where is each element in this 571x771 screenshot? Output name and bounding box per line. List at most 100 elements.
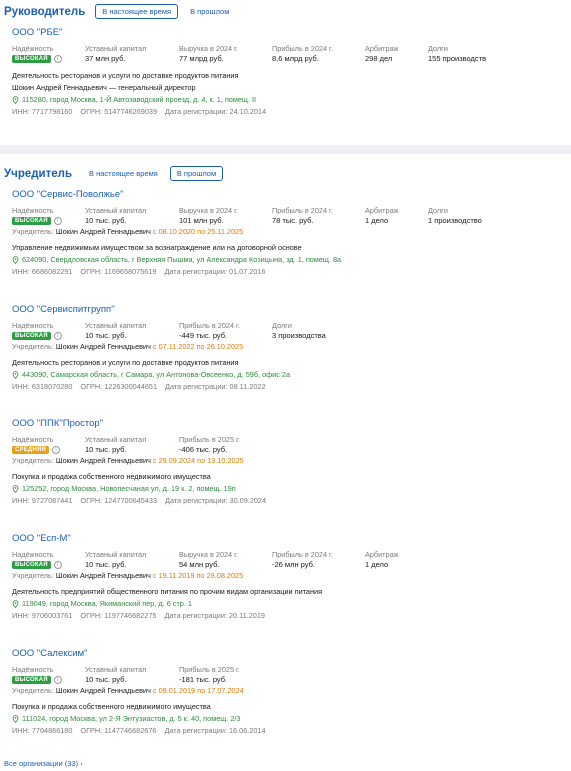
reliability-badge: ВЫСОКАЯ [12, 676, 51, 685]
location-pin-icon [12, 371, 19, 380]
org-address: 115280, город Москва, 1-Й Автозаводский … [12, 95, 552, 107]
stat-label: Надёжность [12, 206, 54, 215]
stat-value: 155 производств [428, 54, 487, 63]
org-founder: Учредитель: Шокин Андрей Геннадьевич с 2… [12, 456, 552, 468]
org-stats: Надёжность СРЕДНЯЯ i Уставный капитал 10 ты… [12, 435, 552, 456]
org-reg-date: Дата регистрации: 08.11.2022 [165, 382, 266, 391]
info-icon[interactable]: i [53, 676, 62, 685]
founder-dates: с 19.11.2019 по 28.08.2025 [152, 571, 244, 580]
leader-org-card: ООО "РБЕ" Надёжность ВЫСОКАЯ i Уставный к… [12, 27, 552, 119]
stat-value: -406 тыс. руб. [179, 445, 228, 454]
org-director: Шокин Андрей Геннадьевич — генеральный д… [12, 83, 196, 92]
stat-value: 298 дел [365, 54, 393, 63]
stat-value: 78 тыс. руб. [272, 216, 314, 225]
org-address: 125252, город Москва, Новопесчаная ул, д… [12, 484, 552, 496]
founder-dates: с 09.01.2019 по 17.07.2024 [152, 686, 244, 695]
org-ogrn: ОГРН: 5147746269039 [80, 107, 157, 116]
stat-label: Долги [428, 206, 448, 215]
stat-value: 101 млн руб. [179, 216, 224, 225]
founder-name: Шокин Андрей Геннадьевич [55, 342, 151, 351]
address-text: 624090, Свердловская область, г Верхняя … [22, 255, 342, 264]
org-reg-date: Дата регистрации: 01.07.2016 [164, 267, 266, 276]
info-icon[interactable]: i [53, 332, 62, 341]
founder-dates: с 07.11.2022 по 26.10.2025 [152, 342, 244, 351]
org-ogrn: ОГРН: 1147746682676 [80, 726, 157, 735]
stat-label: Уставный капитал [85, 550, 147, 559]
org-name-link[interactable]: ООО "РБЕ" [12, 27, 552, 41]
founder-name: Шокин Андрей Геннадьевич [55, 227, 151, 236]
stat-label: Надёжность [12, 550, 54, 559]
tab-leader-past[interactable]: В прошлом [183, 4, 237, 19]
org-inn: ИНН: 7717798160 [12, 107, 73, 116]
org-name-link[interactable]: ООО "Сервис-Поволжье" [12, 189, 552, 203]
founder-prefix: Учредитель: [12, 456, 54, 465]
info-icon[interactable]: i [53, 561, 62, 570]
stat-value: 77 млрд руб. [179, 54, 224, 63]
org-activity: Покупка и продажа собственного недвижимо… [12, 702, 211, 711]
tab-founder-past[interactable]: В прошлом [169, 166, 224, 181]
all-organizations-link[interactable]: Все организации (33) › [4, 759, 83, 768]
org-name-link[interactable]: ООО "Есп-М" [12, 533, 552, 547]
reliability-badge: ВЫСОКАЯ [12, 217, 51, 226]
founder-org-card: ООО "Салексим" Надёжность ВЫСОКАЯ i Уставн… [12, 648, 552, 738]
stat-label: Прибыль в 2024 г. [179, 321, 240, 330]
org-ogrn: ОГРН: 1197746682275 [80, 611, 157, 620]
stat-value: 10 тыс. руб. [85, 675, 127, 684]
org-registry: ИНН: 7704866180 ОГРН: 1147746682676 Дата р… [12, 726, 552, 738]
founder-org-card: ООО "ППК"Простор" Надёжность СРЕДНЯЯ i Уст… [12, 418, 552, 508]
founder-org-card: ООО "Есп-М" Надёжность ВЫСОКАЯ i Уставный … [12, 533, 552, 623]
org-name-link[interactable]: ООО "ППК"Простор" [12, 418, 552, 432]
org-stats: Надёжность ВЫСОКАЯ i Уставный капитал 10 ты… [12, 206, 552, 227]
org-stats: Надёжность ВЫСОКАЯ i Уставный капитал 10 ты… [12, 550, 552, 571]
founder-name: Шокин Андрей Геннадьевич [55, 571, 151, 580]
tab-founder-present[interactable]: В настоящее время [82, 166, 165, 181]
founder-prefix: Учредитель: [12, 686, 54, 695]
reliability-badge: СРЕДНЯЯ [12, 446, 49, 455]
org-founder: Учредитель: Шокин Андрей Геннадьевич с 0… [12, 342, 552, 354]
stat-label: Долги [272, 321, 292, 330]
org-registry: ИНН: 6686082291 ОГРН: 1169658075619 Дата р… [12, 267, 552, 279]
org-ogrn: ОГРН: 1247700645433 [80, 496, 157, 505]
founder-org-card: ООО "Сервис-Поволжье" Надёжность ВЫСОКАЯ i… [12, 189, 552, 279]
org-inn: ИНН: 9727087441 [12, 496, 73, 505]
stat-label: Уставный капитал [85, 206, 147, 215]
address-text: 115280, город Москва, 1-Й Автозаводский … [22, 95, 257, 104]
org-registry: ИНН: 9727087441 ОГРН: 1247700645433 Дата р… [12, 496, 552, 508]
org-address: 119049, город Москва, Якиманский пер, д.… [12, 599, 552, 611]
stat-label: Прибыль в 2024 г. [272, 44, 333, 53]
info-icon[interactable]: i [53, 55, 62, 64]
stat-label: Надёжность [12, 435, 54, 444]
stat-label: Прибыль в 2025 г. [179, 665, 240, 674]
stat-label: Уставный капитал [85, 435, 147, 444]
stat-value: 1 производство [428, 216, 482, 225]
stat-value: 10 тыс. руб. [85, 331, 127, 340]
info-icon[interactable]: i [53, 217, 62, 226]
stat-value: -449 тыс. руб. [179, 331, 228, 340]
founder-prefix: Учредитель: [12, 227, 54, 236]
location-pin-icon [12, 256, 19, 265]
org-registry: ИНН: 7717798160 ОГРН: 5147746269039 Дата р… [12, 107, 552, 119]
org-stats: Надёжность ВЫСОКАЯ i Уставный капитал 10 ты… [12, 321, 552, 342]
org-activity: Покупка и продажа собственного недвижимо… [12, 472, 211, 481]
org-name-link[interactable]: ООО "Сервиспитгрупп" [12, 304, 552, 318]
org-address: 443090, Самарская область, г Самара, ул … [12, 370, 552, 382]
founder-prefix: Учредитель: [12, 571, 54, 580]
stat-value: -181 тыс. руб. [179, 675, 228, 684]
stat-label: Выручка в 2024 г. [179, 206, 238, 215]
founder-org-card: ООО "Сервиспитгрупп" Надёжность ВЫСОКАЯ i … [12, 304, 552, 394]
founder-prefix: Учредитель: [12, 342, 54, 351]
org-reg-date: Дата регистрации: 24.10.2014 [165, 107, 267, 116]
info-icon[interactable]: i [51, 446, 60, 455]
org-founder: Учредитель: Шокин Андрей Геннадьевич с 0… [12, 227, 552, 239]
tab-leader-present[interactable]: В настоящее время [95, 4, 179, 19]
stat-label: Долги [428, 44, 448, 53]
org-stats: Надёжность ВЫСОКАЯ i Уставный капитал 10 ты… [12, 665, 552, 686]
address-text: 119049, город Москва, Якиманский пер, д.… [22, 599, 192, 608]
org-inn: ИНН: 9706003761 [12, 611, 73, 620]
founder-section-header: Учредитель В настоящее время В прошлом [0, 166, 228, 181]
org-name-link[interactable]: ООО "Салексим" [12, 648, 552, 662]
stat-value: -26 млн руб. [272, 560, 315, 569]
org-inn: ИНН: 6686082291 [12, 267, 73, 276]
stat-label: Надёжность [12, 665, 54, 674]
leader-section-header: Руководитель В настоящее время В прошлом [0, 4, 241, 19]
